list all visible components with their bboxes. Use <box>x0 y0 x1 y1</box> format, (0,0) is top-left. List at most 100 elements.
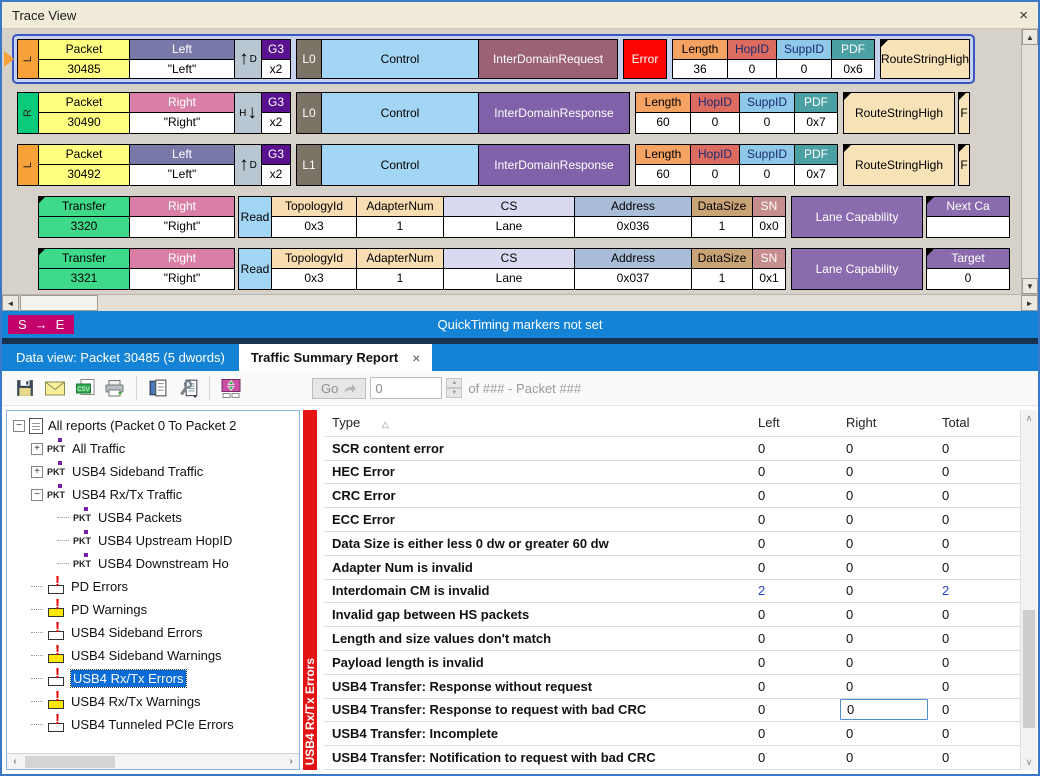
link-cell[interactable]: L0 <box>296 92 322 134</box>
direction-tab[interactable]: R <box>17 92 39 134</box>
packet-number-stepper[interactable]: ▲ ▼ <box>446 378 462 398</box>
tree-item-usb4-sideband-traffic[interactable]: + PKT USB4 Sideband Traffic <box>9 460 299 483</box>
direction-tab[interactable]: L <box>17 39 39 79</box>
scrollbar-thumb[interactable] <box>1023 610 1035 728</box>
close-icon[interactable]: × <box>1019 7 1028 24</box>
generation-cell[interactable]: G3 x2 <box>261 39 291 79</box>
column-header-left[interactable]: Left <box>750 415 838 430</box>
table-row[interactable]: Data Size is either less 0 dw or greater… <box>324 532 1020 556</box>
print-button[interactable] <box>102 376 128 400</box>
clipped-field-cell[interactable]: F <box>958 144 970 186</box>
table-row[interactable]: Adapter Num is invalid000 <box>324 556 1020 580</box>
suppid-cell[interactable]: SuppID0 <box>739 144 795 186</box>
link-cell[interactable]: L0 <box>296 39 322 79</box>
side-cell[interactable]: Right "Right" <box>129 248 235 290</box>
collapse-icon[interactable]: − <box>13 420 25 432</box>
scroll-down-icon[interactable]: ▼ <box>1022 278 1038 294</box>
adapternum-cell[interactable]: AdapterNum1 <box>356 196 444 238</box>
table-row[interactable]: Payload length is invalid000 <box>324 651 1020 675</box>
tree-item-usb4-sideband-errors[interactable]: USB4 Sideband Errors <box>9 621 299 644</box>
scroll-up-icon[interactable]: ∧ <box>1021 410 1037 426</box>
expand-icon[interactable]: + <box>31 466 43 478</box>
routestring-cell[interactable]: RouteStringHigh <box>843 144 955 186</box>
suppid-cell[interactable]: SuppID0 <box>739 92 795 134</box>
message-type-cell[interactable]: InterDomainRequest <box>478 39 618 79</box>
clipped-field-cell[interactable]: F <box>958 92 970 134</box>
error-cell[interactable]: Error <box>623 39 667 79</box>
sn-cell[interactable]: SN0x0 <box>752 196 786 238</box>
length-cell[interactable]: Length60 <box>635 92 691 134</box>
message-type-cell[interactable]: InterDomainResponse <box>478 144 630 186</box>
table-row[interactable]: USB4 Transfer: Response without request0… <box>324 675 1020 699</box>
routestring-cell[interactable]: RouteStringHigh <box>880 39 970 79</box>
packet-row[interactable]: L Packet 30492 Left "Left" ↑ D G3 <box>17 144 1021 186</box>
go-button[interactable]: Go <box>312 378 366 399</box>
hopid-cell[interactable]: HopID0 <box>690 92 740 134</box>
table-row[interactable]: Invalid gap between HS packets000 <box>324 603 1020 627</box>
table-row[interactable]: USB4 Transfer: Response to request with … <box>324 699 1020 723</box>
transfer-id-cell[interactable]: Transfer 3321 <box>38 248 130 290</box>
packet-id-cell[interactable]: Packet 30490 <box>38 92 130 134</box>
table-row[interactable]: USB4 Transfer: Notification to request w… <box>324 746 1020 770</box>
tree-item-pd-warnings[interactable]: PD Warnings <box>9 598 299 621</box>
control-cell[interactable]: Control <box>321 39 479 79</box>
column-header-total[interactable]: Total <box>934 415 1020 430</box>
scroll-left-icon[interactable]: ◄ <box>2 295 19 311</box>
expand-icon[interactable]: + <box>31 443 43 455</box>
side-cell[interactable]: Right "Right" <box>129 92 235 134</box>
address-cell[interactable]: Address0x037 <box>574 248 692 290</box>
address-cell[interactable]: Address0x036 <box>574 196 692 238</box>
capability-cell[interactable]: Lane Capability <box>791 248 923 290</box>
topologyid-cell[interactable]: TopologyId0x3 <box>271 196 357 238</box>
column-header-right[interactable]: Right <box>838 415 934 430</box>
packet-row[interactable]: R Packet 30490 Right "Right" H ↓ G3 <box>17 92 1021 134</box>
copy-button[interactable] <box>145 376 171 400</box>
cs-cell[interactable]: CSLane <box>443 196 575 238</box>
email-button[interactable] <box>42 376 68 400</box>
message-type-cell[interactable]: InterDomainResponse <box>478 92 630 134</box>
target-field-cell[interactable]: Target0 <box>926 248 1010 290</box>
generation-cell[interactable]: G3 x2 <box>261 92 291 134</box>
table-row[interactable]: Length and size values don't match000 <box>324 627 1020 651</box>
export-csv-button[interactable]: CSV <box>72 376 98 400</box>
table-row[interactable]: SCR content error000 <box>324 437 1020 461</box>
trace-vertical-scrollbar[interactable]: ▲ ▼ <box>1021 29 1038 294</box>
link-cell[interactable]: L1 <box>296 144 322 186</box>
table-row[interactable]: USB4 Transfer: Incomplete000 <box>324 722 1020 746</box>
scroll-right-icon[interactable]: ► <box>1021 295 1038 311</box>
tree-item-usb4-rxtx-warnings[interactable]: USB4 Rx/Tx Warnings <box>9 690 299 713</box>
control-cell[interactable]: Control <box>321 92 479 134</box>
hopid-cell[interactable]: HopID0 <box>727 39 777 79</box>
suppid-cell[interactable]: SuppID0 <box>776 39 832 79</box>
scrollbar-thumb[interactable] <box>25 756 115 768</box>
packet-id-cell[interactable]: Packet 30485 <box>38 39 130 79</box>
scroll-right-icon[interactable]: › <box>283 756 299 767</box>
adapternum-cell[interactable]: AdapterNum1 <box>356 248 444 290</box>
report-settings-button[interactable] <box>175 376 201 400</box>
pdf-cell[interactable]: PDF0x7 <box>794 92 838 134</box>
cs-cell[interactable]: CSLane <box>443 248 575 290</box>
tree-item-all-reports[interactable]: − All reports (Packet 0 To Packet 2 <box>9 414 299 437</box>
topologyid-cell[interactable]: TopologyId0x3 <box>271 248 357 290</box>
column-header-type[interactable]: Type △ <box>324 415 750 430</box>
tree-item-usb4-upstream-hopid[interactable]: PKT USB4 Upstream HopID <box>9 529 299 552</box>
expand-collapse-button[interactable] <box>218 376 244 400</box>
scroll-down-icon[interactable]: ∨ <box>1021 754 1037 770</box>
packet-id-cell[interactable]: Packet 30492 <box>38 144 130 186</box>
table-row[interactable]: HEC Error000 <box>324 461 1020 485</box>
tree-item-pd-errors[interactable]: PD Errors <box>9 575 299 598</box>
table-vertical-scrollbar[interactable]: ∧ ∨ <box>1020 410 1037 770</box>
datasize-cell[interactable]: DataSize1 <box>691 196 753 238</box>
trace-horizontal-scrollbar[interactable]: ◄ ► <box>2 294 1038 311</box>
scroll-left-icon[interactable]: ‹ <box>7 756 23 767</box>
tree-item-usb4-rxtx-errors[interactable]: USB4 Rx/Tx Errors <box>9 667 299 690</box>
data-view-label[interactable]: Data view: Packet 30485 (5 dwords) <box>2 344 239 371</box>
tree-item-usb4-packets[interactable]: PKT USB4 Packets <box>9 506 299 529</box>
generation-cell[interactable]: G3 x2 <box>261 144 291 186</box>
selected-cell[interactable]: 0 <box>840 699 928 720</box>
operation-cell[interactable]: Read <box>238 196 272 238</box>
direction-tab[interactable]: L <box>17 144 39 186</box>
tree-item-all-traffic[interactable]: + PKT All Traffic <box>9 437 299 460</box>
next-field-cell[interactable]: Next Ca <box>926 196 1010 238</box>
capability-cell[interactable]: Lane Capability <box>791 196 923 238</box>
